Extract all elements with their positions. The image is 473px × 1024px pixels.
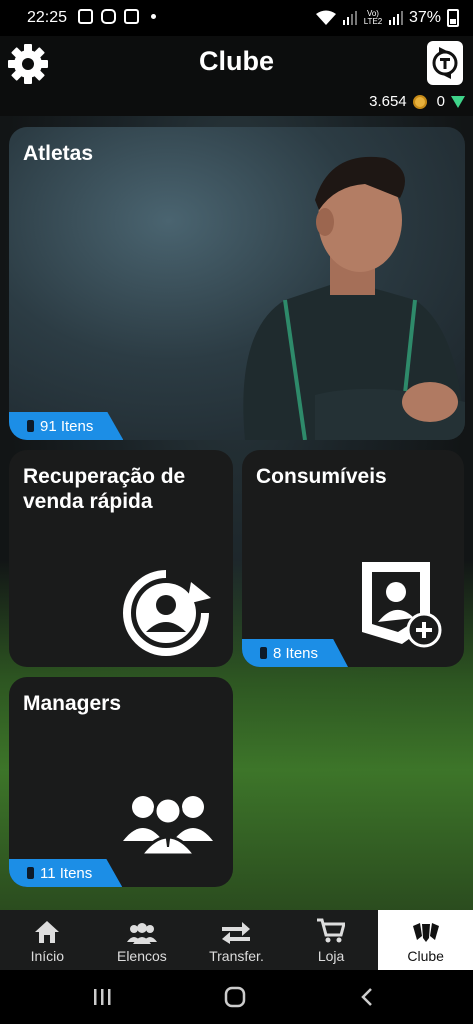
tab-loja-label: Loja [317,948,345,964]
network-label: Vo) LTE2 [363,9,383,26]
battery-percent: 37% [408,9,441,26]
club-icon [412,923,439,942]
tab-inicio-label: Início [30,948,65,964]
home-icon [35,921,60,943]
consumables-title: Consumíveis [256,465,387,488]
back-icon[interactable] [360,987,374,1007]
tab-elencos-label: Elencos [116,948,167,964]
coin-icon [412,94,427,109]
managers-card[interactable]: Managers 11 Itens [9,677,233,887]
points-amount: 0 [436,93,445,110]
tab-loja[interactable]: Loja [284,910,379,970]
athletes-count-badge: 91 Itens [9,412,124,440]
add-consumable-icon [362,562,442,648]
tab-transfer-label: Transfer. [209,948,264,964]
managers-count-badge: 11 Itens [9,859,123,887]
status-time: 22:25 [27,9,68,26]
home-button-icon[interactable] [224,986,246,1008]
recovery-title-line2: venda rápida [23,490,153,514]
bottom-navigation: Início Elencos Transfer. Loja Clube [0,910,473,970]
currency-bar: 3.654 0 [369,93,465,110]
consumables-count: 8 Itens [273,644,319,662]
points-icon [451,95,465,108]
sync-icon [432,47,458,79]
gallery-notification-icon [78,9,93,24]
tab-inicio[interactable]: Início [0,910,95,970]
recovery-title: Recuperação de venda rápida [23,464,185,514]
transfer-icon [222,922,251,944]
recent-apps-icon[interactable] [92,988,112,1006]
more-notifications-icon [151,14,156,19]
tab-transfer[interactable]: Transfer. [189,910,284,970]
managers-count: 11 Itens [40,864,93,882]
tab-elencos[interactable]: Elencos [95,910,190,970]
tab-clube-label: Clube [407,948,444,964]
athletes-card[interactable]: Atletas 91 Itens [9,127,465,440]
managers-title: Managers [23,692,122,715]
status-bar: 22:25 Vo) LTE2 37% [0,0,473,36]
signal-icon-2 [388,11,403,25]
app-notification-icon [124,9,139,24]
quick-sale-recovery-card[interactable]: Recuperação de venda rápida [9,450,233,667]
coins-amount: 3.654 [369,93,407,110]
recovery-title-line1: Recuperação de [23,465,186,488]
cart-icon [317,918,346,943]
athletes-title: Atletas [23,142,94,165]
tab-clube[interactable]: Clube [378,910,473,970]
instagram-notification-icon [101,9,116,24]
item-card-icon [27,867,34,879]
transfer-sync-button[interactable] [427,41,463,85]
athletes-count: 91 Itens [40,417,94,435]
signal-icon [342,11,357,25]
item-card-icon [260,647,267,659]
page-title: Clube [198,46,274,76]
recover-player-icon [123,570,211,656]
app-header: Clube 3.654 0 [0,36,473,116]
battery-icon [447,9,459,27]
managers-icon [123,796,213,855]
wifi-icon [315,10,336,25]
item-card-icon [27,420,34,432]
consumables-card[interactable]: Consumíveis 8 Itens [242,450,464,667]
squads-icon [126,923,157,944]
player-image [243,156,465,440]
system-navigation-bar [0,970,473,1024]
consumables-count-badge: 8 Itens [242,639,349,667]
